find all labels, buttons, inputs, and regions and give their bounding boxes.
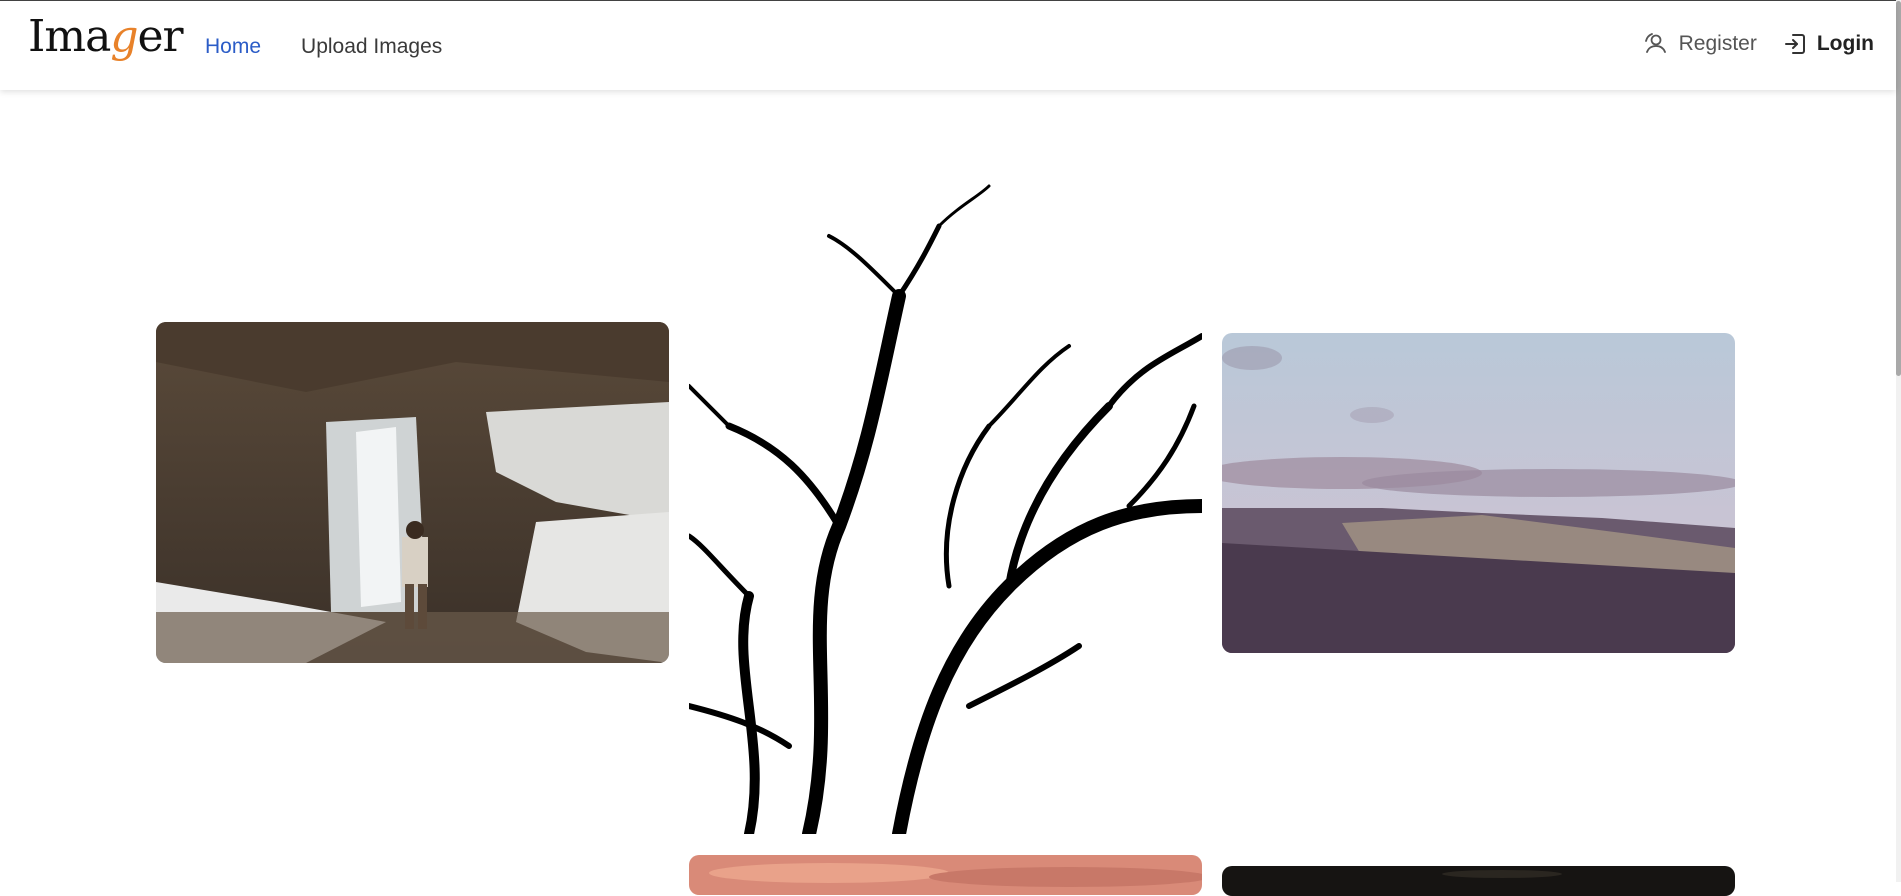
brand-wordmark: Imager (28, 11, 184, 62)
gallery-image-tree[interactable] (689, 146, 1202, 834)
brand-logo[interactable]: Imager (28, 11, 184, 75)
gallery-image-forest[interactable] (1222, 333, 1735, 653)
gallery-image-dark[interactable] (1222, 866, 1735, 896)
scrollbar-thumb[interactable] (1896, 1, 1901, 376)
nav-upload-link[interactable]: Upload Images (301, 35, 442, 59)
page-scrollbar[interactable] (1896, 0, 1901, 882)
nav-home-link[interactable]: Home (205, 35, 261, 59)
login-link[interactable]: Login (1783, 32, 1874, 56)
navbar: Imager Home Upload Images Register Login (0, 1, 1896, 90)
login-label: Login (1816, 32, 1874, 55)
auth-nav: Register Login (1643, 31, 1874, 57)
register-label: Register (1678, 32, 1757, 55)
main-nav: Home Upload Images (205, 35, 442, 59)
gallery-image-pink-sky[interactable] (689, 855, 1202, 895)
gallery-image-waterfall[interactable] (156, 322, 669, 663)
register-icon (1643, 31, 1669, 57)
login-icon (1783, 32, 1807, 56)
register-link[interactable]: Register (1643, 31, 1757, 57)
